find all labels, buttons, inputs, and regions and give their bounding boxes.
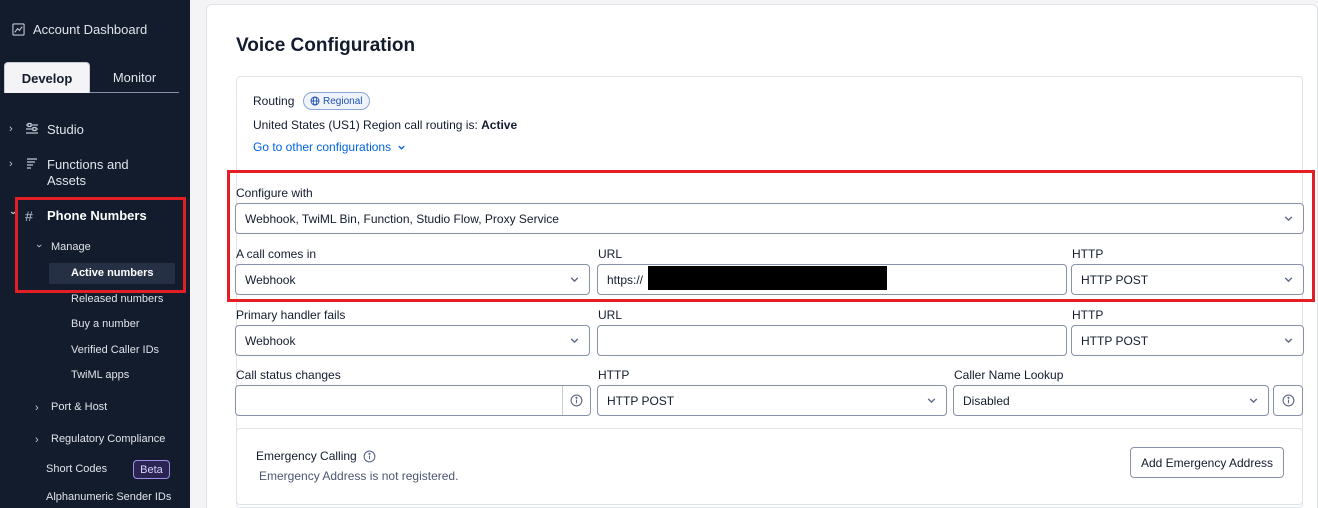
chevron-right-icon: › bbox=[9, 158, 13, 170]
call-url-label: URL bbox=[598, 247, 623, 261]
functions-icon bbox=[25, 157, 39, 171]
regional-badge-label: Regional bbox=[323, 95, 363, 107]
call-http-select[interactable]: HTTP POST bbox=[1071, 264, 1304, 295]
primary-fails-value: Webhook bbox=[245, 333, 296, 348]
chevron-down-icon bbox=[1284, 216, 1293, 222]
status-changes-input[interactable] bbox=[235, 385, 591, 416]
sidebar-item-port-host[interactable]: › Port & Host bbox=[35, 401, 107, 415]
primary-fails-url-label: URL bbox=[598, 308, 623, 322]
sidebar-item-label: Studio bbox=[47, 122, 84, 137]
studio-icon bbox=[25, 122, 39, 136]
sidebar-item-label: Manage bbox=[51, 241, 91, 253]
configure-with-select[interactable]: Webhook, TwiML Bin, Function, Studio Flo… bbox=[235, 203, 1304, 234]
page-title: Voice Configuration bbox=[236, 35, 416, 56]
sidebar-item-short-codes[interactable]: Short Codes bbox=[46, 463, 107, 475]
dashboard-icon bbox=[12, 23, 25, 36]
call-comes-in-label: A call comes in bbox=[236, 247, 317, 261]
chevron-down-icon bbox=[570, 277, 579, 283]
call-url-value: https:// bbox=[607, 272, 644, 287]
primary-fails-http-label: HTTP bbox=[1072, 308, 1104, 322]
chevron-down-icon bbox=[1249, 398, 1258, 404]
sidebar-item-label: Assets bbox=[47, 173, 87, 188]
hash-icon: # bbox=[25, 208, 33, 224]
chevron-down-icon bbox=[1284, 277, 1293, 283]
sidebar: Account Dashboard Develop Monitor › Stud… bbox=[0, 0, 190, 508]
other-configurations-label: Go to other configurations bbox=[253, 140, 392, 154]
sidebar-item-functions-assets[interactable]: › Functions and Assets bbox=[9, 157, 129, 189]
primary-fails-select[interactable]: Webhook bbox=[235, 325, 590, 356]
sidebar-item-active-numbers[interactable]: Active numbers bbox=[49, 263, 175, 284]
chevron-right-icon: › bbox=[35, 434, 39, 446]
caller-lookup-info-icon[interactable] bbox=[1273, 385, 1303, 416]
chevron-down-icon bbox=[570, 338, 579, 344]
status-changes-label: Call status changes bbox=[236, 368, 341, 382]
routing-status-value: Active bbox=[481, 118, 518, 132]
call-http-value: HTTP POST bbox=[1081, 272, 1149, 287]
sidebar-item-twiml-apps[interactable]: TwiML apps bbox=[71, 369, 129, 381]
configure-with-label: Configure with bbox=[236, 186, 313, 200]
primary-fails-url-input[interactable] bbox=[597, 325, 1067, 356]
regional-badge: Regional bbox=[303, 92, 371, 110]
sidebar-item-studio[interactable]: › Studio bbox=[9, 122, 84, 137]
routing-status-text: United States (US1) Region call routing … bbox=[253, 118, 478, 132]
account-dashboard-link[interactable]: Account Dashboard bbox=[12, 22, 147, 37]
tab-monitor[interactable]: Monitor bbox=[90, 62, 179, 93]
sidebar-item-label-wrap: Functions and Assets bbox=[47, 157, 129, 189]
call-comes-in-value: Webhook bbox=[245, 272, 296, 287]
info-icon[interactable] bbox=[562, 386, 590, 415]
sidebar-item-label: Regulatory Compliance bbox=[51, 433, 166, 445]
routing-label: Routing bbox=[253, 94, 295, 108]
caller-lookup-select[interactable]: Disabled bbox=[953, 385, 1269, 416]
tab-develop[interactable]: Develop bbox=[4, 62, 90, 93]
redacted-url bbox=[648, 266, 887, 290]
emergency-calling-title: Emergency Calling bbox=[256, 449, 376, 463]
configure-with-value: Webhook, TwiML Bin, Function, Studio Flo… bbox=[245, 211, 559, 226]
sidebar-item-phone-numbers[interactable]: › # Phone Numbers bbox=[7, 208, 147, 224]
primary-fails-label: Primary handler fails bbox=[236, 308, 346, 322]
primary-fails-http-value: HTTP POST bbox=[1081, 333, 1149, 348]
chevron-right-icon: › bbox=[35, 402, 39, 414]
sidebar-item-released-numbers[interactable]: Released numbers bbox=[71, 293, 163, 305]
emergency-calling-label: Emergency Calling bbox=[256, 449, 357, 463]
chevron-down-icon bbox=[1284, 338, 1293, 344]
account-dashboard-label: Account Dashboard bbox=[33, 22, 148, 37]
status-http-label: HTTP bbox=[598, 368, 630, 382]
info-icon[interactable] bbox=[363, 450, 376, 463]
globe-icon bbox=[310, 96, 320, 106]
sidebar-tabs: Develop Monitor bbox=[4, 62, 179, 93]
call-http-label: HTTP bbox=[1072, 247, 1104, 261]
sidebar-item-regulatory-compliance[interactable]: › Regulatory Compliance bbox=[35, 433, 165, 447]
chevron-down-icon bbox=[398, 145, 405, 150]
sidebar-item-alphanumeric-sender-ids[interactable]: Alphanumeric Sender IDs bbox=[46, 491, 171, 503]
status-http-value: HTTP POST bbox=[607, 393, 675, 408]
caller-lookup-value: Disabled bbox=[963, 393, 1010, 408]
add-emergency-address-button[interactable]: Add Emergency Address bbox=[1130, 447, 1284, 478]
chevron-down-icon: › bbox=[33, 244, 45, 248]
sidebar-item-manage[interactable]: › Manage bbox=[33, 241, 91, 255]
sidebar-item-verified-caller-ids[interactable]: Verified Caller IDs bbox=[71, 344, 159, 356]
sidebar-item-label: Functions and bbox=[47, 157, 129, 172]
call-comes-in-select[interactable]: Webhook bbox=[235, 264, 590, 295]
chevron-right-icon: › bbox=[9, 123, 13, 135]
sidebar-item-label: Port & Host bbox=[51, 401, 108, 413]
sidebar-item-buy-number[interactable]: Buy a number bbox=[71, 318, 139, 330]
chevron-down-icon: › bbox=[7, 211, 19, 215]
caller-lookup-label: Caller Name Lookup bbox=[954, 368, 1064, 382]
status-http-select[interactable]: HTTP POST bbox=[597, 385, 947, 416]
chevron-down-icon bbox=[927, 398, 936, 404]
sidebar-item-label: Phone Numbers bbox=[47, 208, 147, 223]
other-configurations-link[interactable]: Go to other configurations bbox=[253, 140, 406, 154]
primary-fails-http-select[interactable]: HTTP POST bbox=[1071, 325, 1304, 356]
routing-status: United States (US1) Region call routing … bbox=[253, 118, 517, 132]
beta-badge: Beta bbox=[133, 460, 170, 479]
emergency-status-text: Emergency Address is not registered. bbox=[259, 469, 459, 483]
